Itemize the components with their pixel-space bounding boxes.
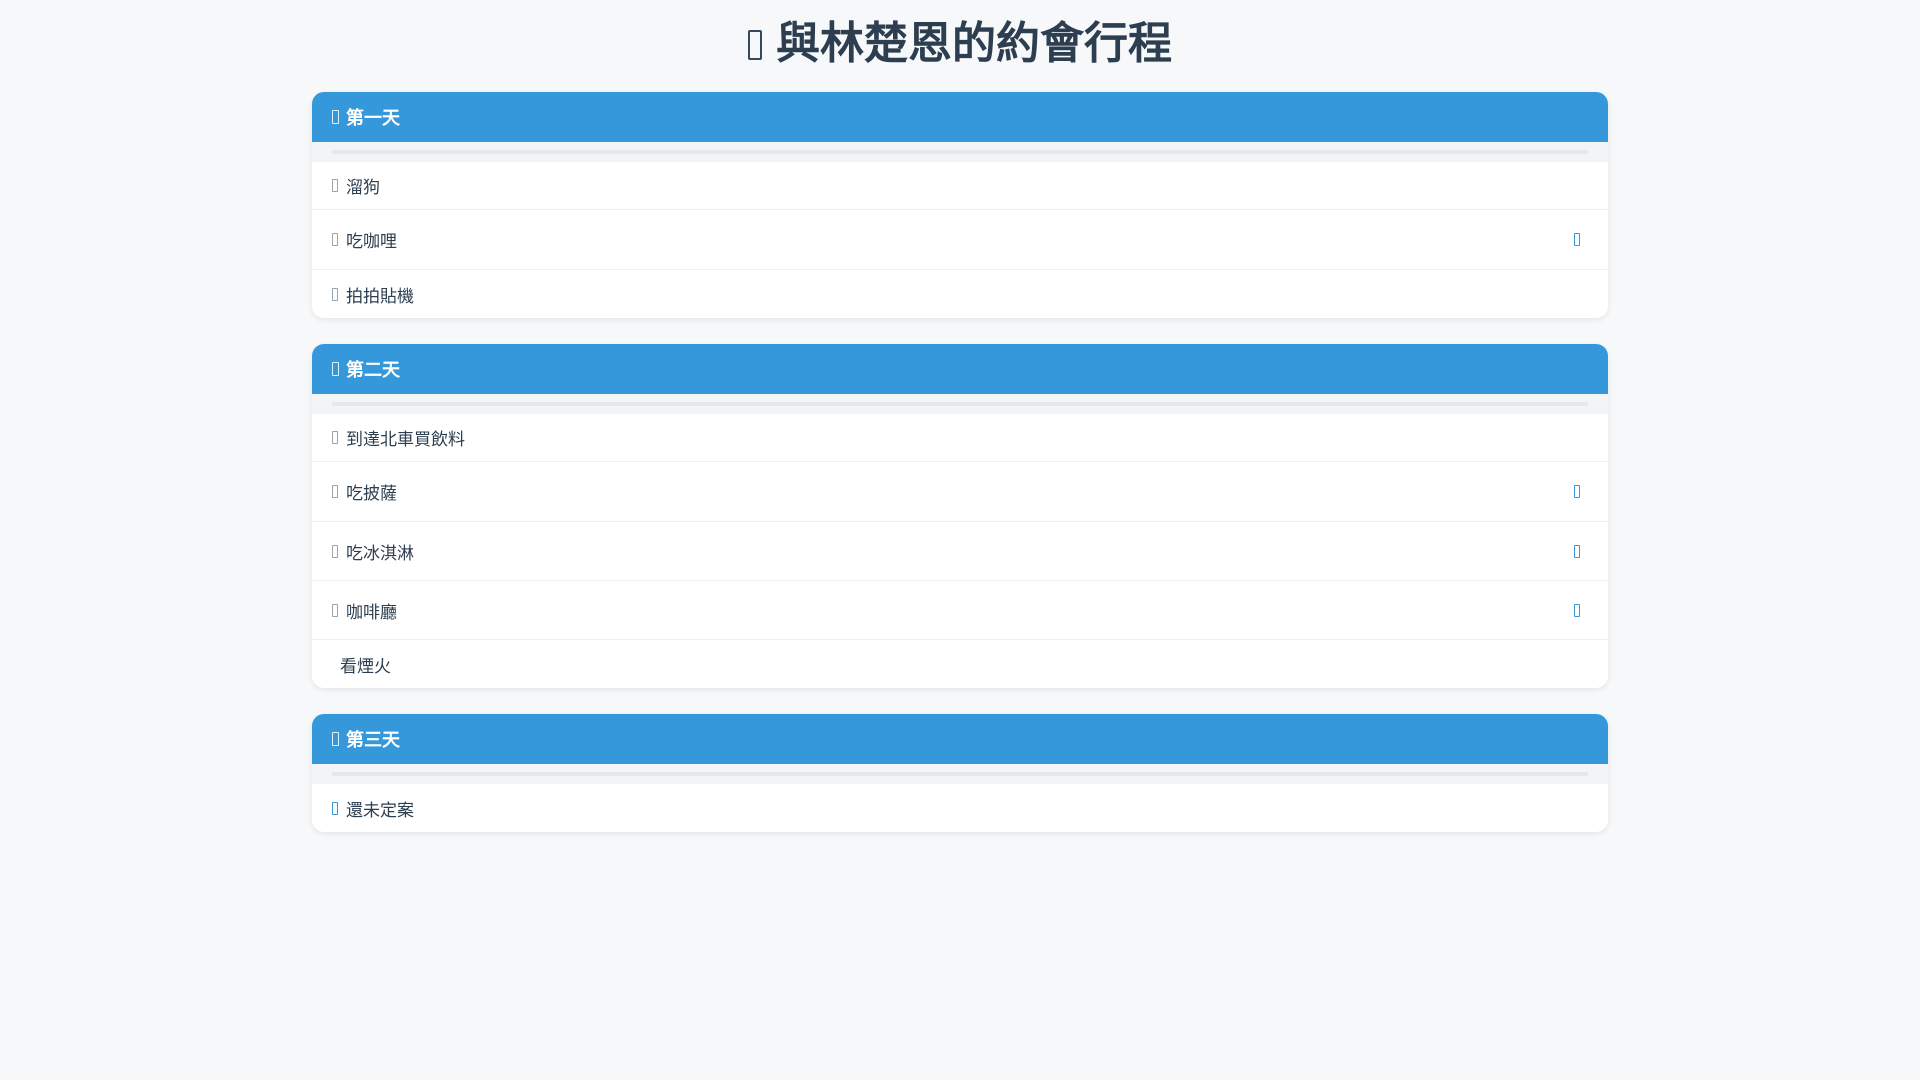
dog-icon <box>332 179 338 192</box>
item-label: 還未定案 <box>346 800 414 821</box>
card-progress-strip <box>312 394 1608 414</box>
day-header-2[interactable]: 第二天 <box>312 344 1608 394</box>
heart-icon[interactable] <box>1574 544 1580 558</box>
pizza-icon <box>332 485 338 498</box>
calendar-day-icon <box>332 732 339 746</box>
day-3-container: 第三天 還未定案 <box>312 714 1608 857</box>
progress-bar <box>332 772 1588 776</box>
item-label: 看煙火 <box>340 656 391 677</box>
day-card-2: 第二天 到達北車買飲料 吃披薩 吃冰淇淋 咖啡廳 看煙火 <box>312 344 1608 688</box>
day-card-3: 第三天 還未定案 <box>312 714 1608 832</box>
day-header-3[interactable]: 第三天 <box>312 714 1608 764</box>
day-2-container: 第二天 到達北車買飲料 吃披薩 吃冰淇淋 咖啡廳 看煙火 <box>312 344 1608 713</box>
item-label: 溜狗 <box>346 178 380 198</box>
page-title: 與林楚恩的約會行程 <box>0 0 1920 76</box>
page-title-text: 與林楚恩的約會行程 <box>776 18 1172 69</box>
day-1-container: 第一天 溜狗 吃咖哩 拍拍貼機 <box>312 92 1608 343</box>
item-label: 拍拍貼機 <box>346 286 414 307</box>
ice-cream-icon <box>332 544 338 558</box>
day-label: 第二天 <box>346 360 400 381</box>
question-icon <box>332 801 338 815</box>
heart-icon[interactable] <box>1574 233 1580 246</box>
day-header-1[interactable]: 第一天 <box>312 92 1608 142</box>
card-progress-strip <box>312 142 1608 162</box>
coffee-icon <box>332 603 338 617</box>
list-item[interactable]: 看煙火 <box>312 640 1608 688</box>
train-icon <box>332 431 338 444</box>
list-item[interactable]: 還未定案 <box>312 784 1608 832</box>
calendar-day-icon <box>332 362 339 376</box>
calendar-day-icon <box>332 110 339 124</box>
camera-icon <box>332 287 338 301</box>
list-item[interactable]: 吃咖哩 <box>312 210 1608 270</box>
list-item[interactable]: 吃披薩 <box>312 462 1608 522</box>
item-label: 吃咖哩 <box>346 232 397 252</box>
list-item[interactable]: 吃冰淇淋 <box>312 522 1608 581</box>
item-label: 咖啡廳 <box>346 602 397 623</box>
page: 與林楚恩的約會行程 第一天 溜狗 吃咖哩 拍拍貼機 第二天 到達北車買飲料 吃披… <box>0 0 1920 1080</box>
progress-bar <box>332 150 1588 154</box>
item-label: 吃冰淇淋 <box>346 543 414 564</box>
item-label: 吃披薩 <box>346 484 397 504</box>
list-item[interactable]: 到達北車買飲料 <box>312 414 1608 462</box>
list-item[interactable]: 拍拍貼機 <box>312 270 1608 318</box>
day-label: 第三天 <box>346 730 400 751</box>
day-label: 第一天 <box>346 108 400 129</box>
card-progress-strip <box>312 764 1608 784</box>
calendar-icon <box>748 30 762 60</box>
list-item[interactable]: 咖啡廳 <box>312 581 1608 640</box>
progress-bar <box>332 402 1588 406</box>
heart-icon[interactable] <box>1574 603 1580 617</box>
list-item[interactable]: 溜狗 <box>312 162 1608 210</box>
day-card-1: 第一天 溜狗 吃咖哩 拍拍貼機 <box>312 92 1608 318</box>
heart-icon[interactable] <box>1574 485 1580 498</box>
item-label: 到達北車買飲料 <box>346 430 465 450</box>
food-icon <box>332 233 338 246</box>
